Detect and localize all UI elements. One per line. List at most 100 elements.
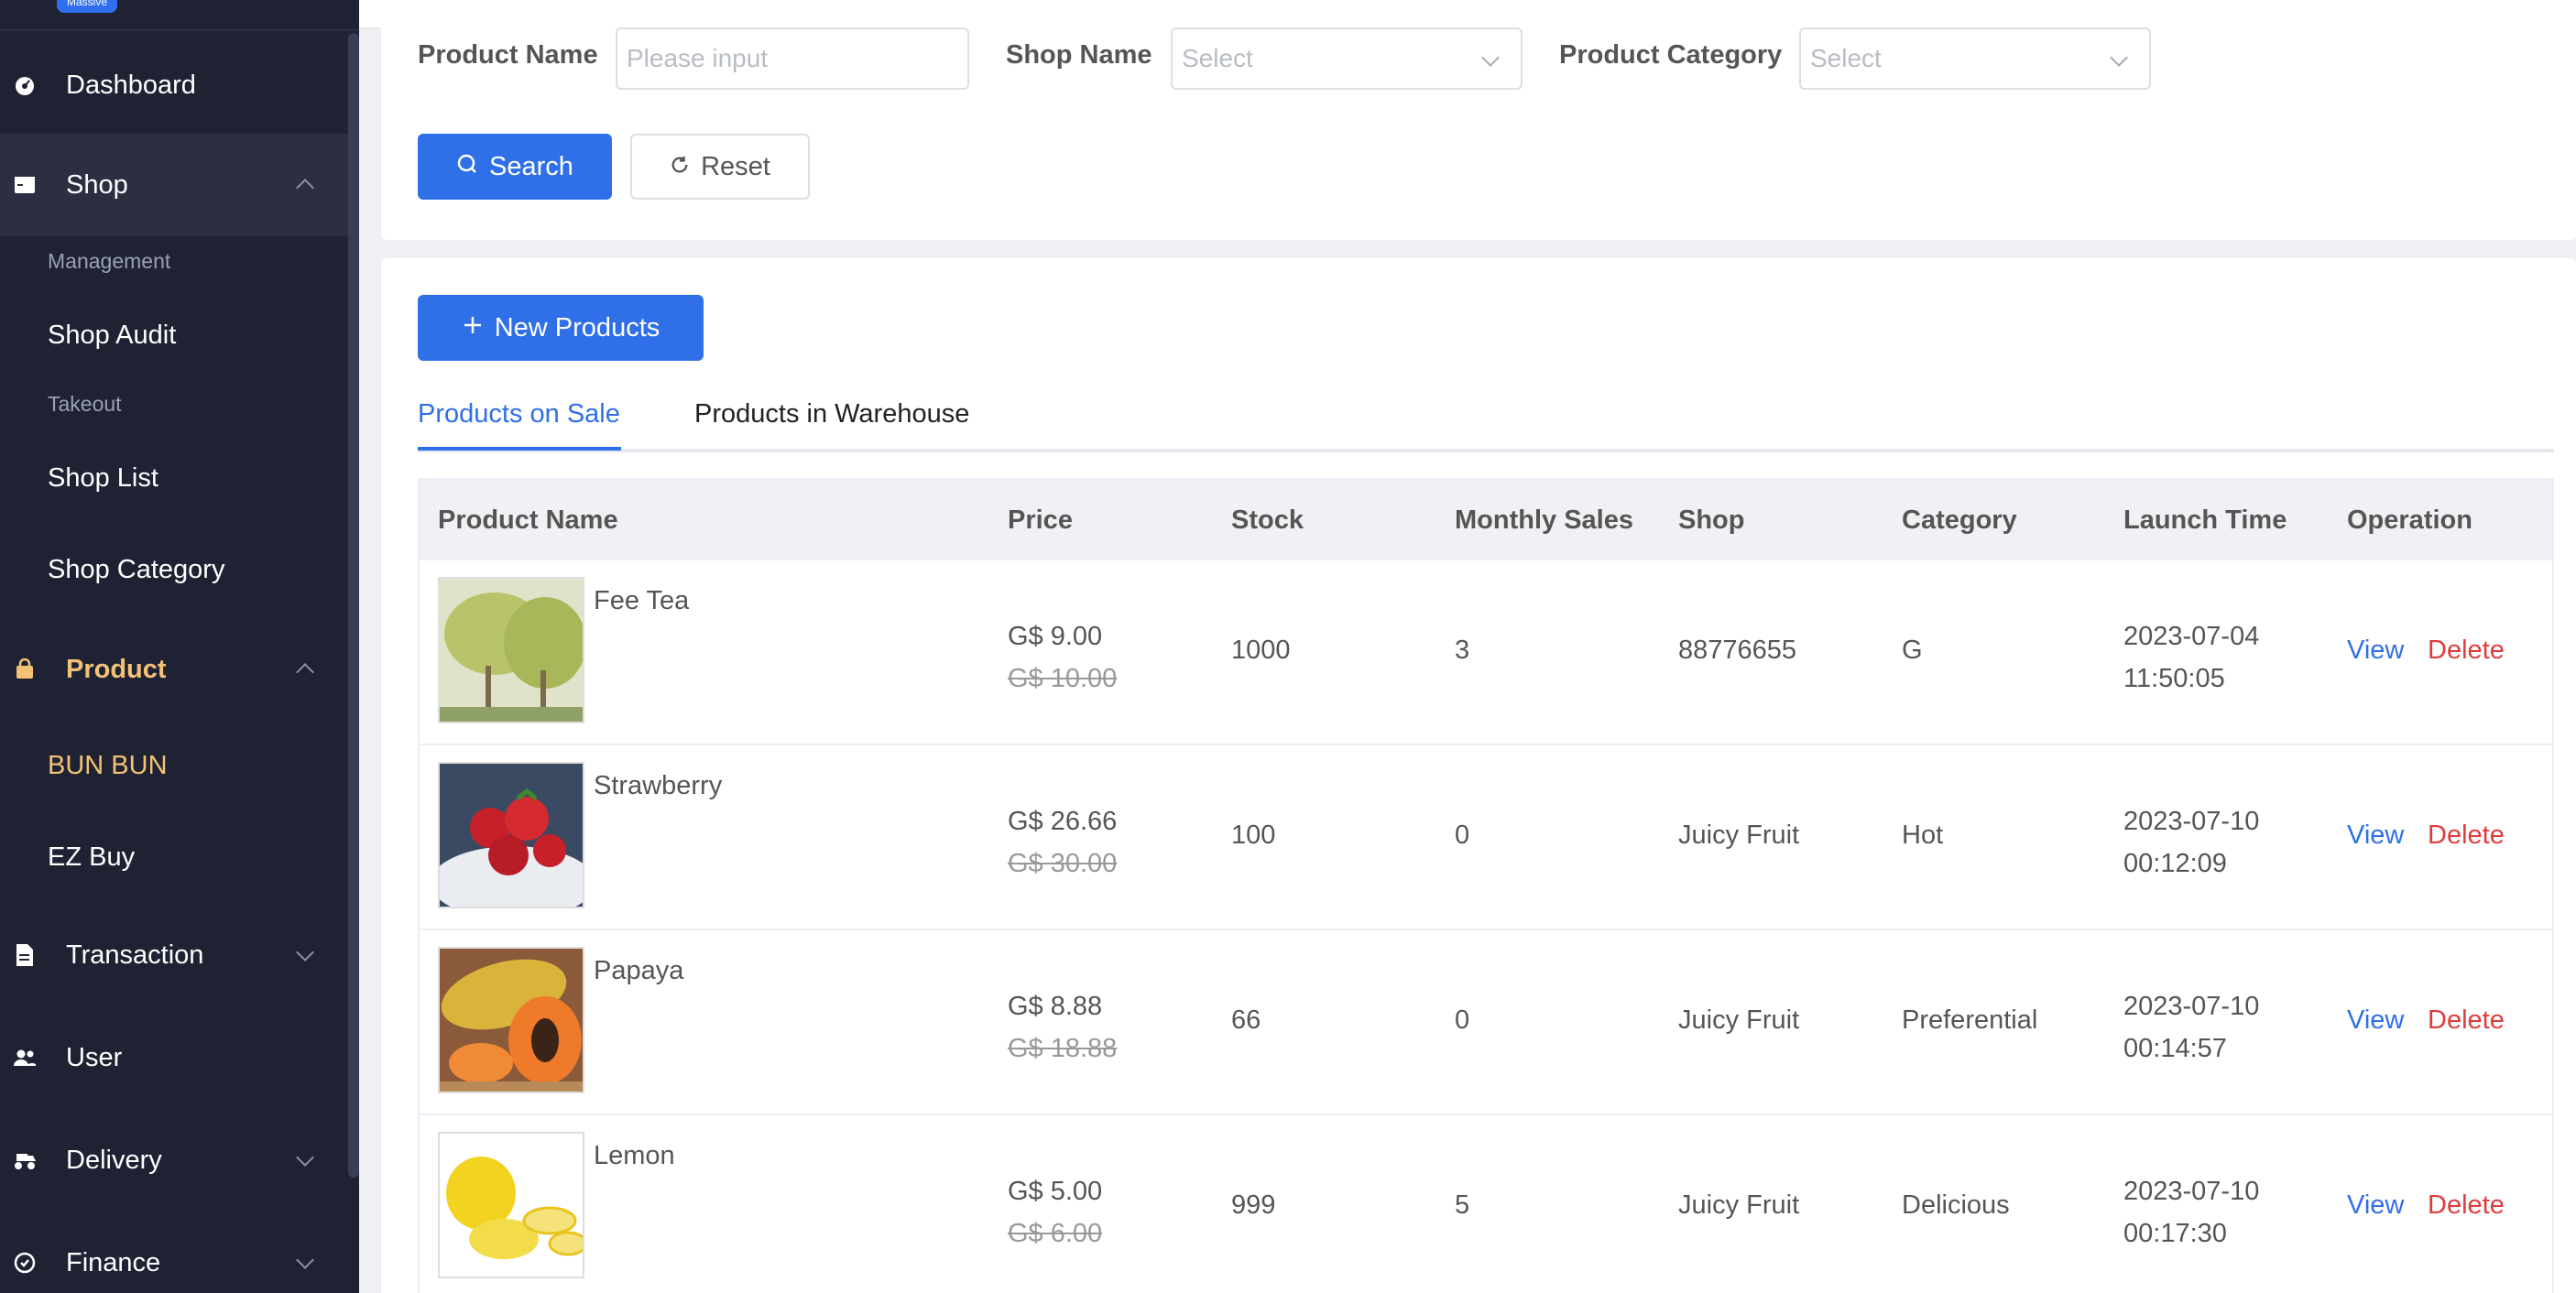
- product-name: Lemon: [594, 1141, 675, 1170]
- products-table: Product Name Price Stock Monthly Sales S…: [418, 478, 2554, 1293]
- sidebar-item-shop[interactable]: Shop: [0, 134, 348, 236]
- stock-cell: 66: [1231, 1005, 1261, 1035]
- product-name: Papaya: [594, 956, 684, 985]
- submenu-group-takeout: Takeout: [48, 392, 122, 416]
- active-tab-indicator: [418, 447, 621, 451]
- chevron-up-icon: [296, 663, 314, 681]
- sidebar-item-delivery[interactable]: Delivery: [0, 1128, 348, 1192]
- view-link[interactable]: View: [2347, 820, 2404, 851]
- view-link[interactable]: View: [2347, 1005, 2404, 1036]
- launch-time-cell: 2023-07-10 00:12:09: [2123, 800, 2259, 885]
- product-name: Strawberry: [594, 771, 723, 800]
- sidebar-item-transaction[interactable]: Transaction: [0, 923, 348, 987]
- tab-products-on-sale[interactable]: Products on Sale: [418, 399, 620, 429]
- current-price: G$ 8.88: [1008, 992, 1103, 1021]
- logo[interactable]: Massive: [57, 0, 117, 13]
- delete-link[interactable]: Delete: [2428, 636, 2505, 666]
- table-header: Product Name Price Stock Monthly Sales S…: [420, 480, 2552, 560]
- reset-button[interactable]: Reset: [630, 134, 810, 200]
- stock-cell: 1000: [1231, 636, 1291, 665]
- product-name-label: Product Name: [418, 40, 598, 70]
- shop-name-label: Shop Name: [1006, 40, 1152, 70]
- sidebar-scrollbar[interactable]: [348, 33, 359, 1178]
- sidebar-item-product[interactable]: Product: [0, 637, 348, 701]
- table-row: Papaya G$ 8.88 G$ 18.88 66 0 Juicy Fruit…: [420, 930, 2552, 1115]
- shop-name-select[interactable]: Select: [1171, 27, 1523, 90]
- sidebar-item-shop-audit[interactable]: Shop Audit: [48, 321, 176, 351]
- stock-cell: 100: [1231, 820, 1276, 850]
- table-row: Strawberry G$ 26.66 G$ 30.00 100 0 Juicy…: [420, 745, 2552, 930]
- product-category-select-value: Select: [1810, 44, 1882, 72]
- product-image: [438, 762, 584, 908]
- column-header: Operation: [2347, 505, 2472, 535]
- launch-time-cell: 2023-07-10 00:17:30: [2123, 1170, 2259, 1255]
- sidebar-item-shop-list[interactable]: Shop List: [48, 463, 158, 494]
- product-name-input[interactable]: Please input: [616, 27, 969, 90]
- sidebar-item-label: Product: [66, 654, 167, 684]
- chevron-down-icon: [296, 1148, 314, 1167]
- view-link[interactable]: View: [2347, 636, 2404, 666]
- shop-cell: Juicy Fruit: [1678, 1190, 1800, 1220]
- delivery-icon: [13, 1148, 37, 1172]
- chevron-down-icon: [2110, 49, 2128, 67]
- price-cell: G$ 26.66 G$ 30.00: [1008, 800, 1117, 885]
- current-price: G$ 9.00: [1008, 622, 1103, 651]
- product-image: [438, 577, 584, 723]
- chevron-down-icon: [1481, 49, 1500, 67]
- tab-products-in-warehouse[interactable]: Products in Warehouse: [694, 399, 969, 429]
- launch-date: 2023-07-10: [2123, 992, 2260, 1021]
- sidebar-item-dashboard[interactable]: Dashboard: [0, 53, 348, 117]
- sidebar-item-shop-category[interactable]: Shop Category: [48, 555, 224, 585]
- sidebar-item-label: Shop: [66, 169, 128, 200]
- table-row: Fee Tea G$ 9.00 G$ 10.00 1000 3 88776655…: [420, 560, 2552, 745]
- product-tabs: Products on Sale Products in Warehouse: [418, 394, 2554, 452]
- sidebar-item-finance[interactable]: Finance: [0, 1231, 348, 1293]
- finance-icon: [13, 1251, 37, 1275]
- shop-cell: Juicy Fruit: [1678, 1005, 1800, 1035]
- column-header: Shop: [1678, 505, 1745, 535]
- users-icon: [13, 1046, 37, 1070]
- original-price: G$ 6.00: [1008, 1219, 1103, 1248]
- plus-icon: [462, 313, 484, 343]
- column-header: Category: [1902, 505, 2017, 535]
- launch-date: 2023-07-04: [2123, 622, 2260, 651]
- launch-clock: 11:50:05: [2123, 664, 2225, 693]
- divider: [0, 29, 359, 31]
- shop-name-select-value: Select: [1182, 44, 1253, 72]
- view-link[interactable]: View: [2347, 1190, 2404, 1221]
- category-cell: Delicious: [1902, 1190, 2010, 1220]
- search-icon: [456, 152, 478, 182]
- category-cell: Hot: [1902, 820, 1944, 850]
- chevron-down-icon: [296, 1251, 314, 1269]
- current-price: G$ 5.00: [1008, 1177, 1103, 1206]
- refresh-icon: [670, 152, 690, 182]
- price-cell: G$ 5.00 G$ 6.00: [1008, 1170, 1102, 1255]
- price-cell: G$ 8.88 G$ 18.88: [1008, 985, 1117, 1070]
- sidebar-item-bun-bun[interactable]: BUN BUN: [48, 751, 168, 781]
- launch-clock: 00:12:09: [2123, 849, 2227, 878]
- product-category-select[interactable]: Select: [1799, 27, 2151, 90]
- product-image: [438, 947, 584, 1093]
- product-name: Fee Tea: [594, 586, 690, 615]
- document-icon: [13, 943, 37, 967]
- sidebar-item-label: User: [66, 1042, 123, 1072]
- delete-link[interactable]: Delete: [2428, 1190, 2505, 1221]
- category-cell: Preferential: [1902, 1005, 2038, 1035]
- column-header: Price: [1008, 505, 1073, 535]
- delete-link[interactable]: Delete: [2428, 820, 2505, 851]
- shop-cell: 88776655: [1678, 636, 1797, 665]
- new-products-button[interactable]: New Products: [418, 295, 704, 361]
- sidebar-item-ez-buy[interactable]: EZ Buy: [48, 842, 135, 873]
- original-price: G$ 10.00: [1008, 664, 1118, 693]
- reset-button-label: Reset: [701, 151, 770, 181]
- search-button[interactable]: Search: [418, 134, 612, 200]
- price-cell: G$ 9.00 G$ 10.00: [1008, 615, 1117, 700]
- new-products-label: New Products: [494, 312, 660, 342]
- monthly-sales-cell: 5: [1455, 1190, 1470, 1220]
- launch-date: 2023-07-10: [2123, 1177, 2260, 1206]
- launch-time-cell: 2023-07-04 11:50:05: [2123, 615, 2259, 700]
- delete-link[interactable]: Delete: [2428, 1005, 2505, 1036]
- sidebar-item-user[interactable]: User: [0, 1026, 348, 1090]
- search-button-label: Search: [489, 151, 573, 181]
- sidebar-item-label: Dashboard: [66, 70, 196, 100]
